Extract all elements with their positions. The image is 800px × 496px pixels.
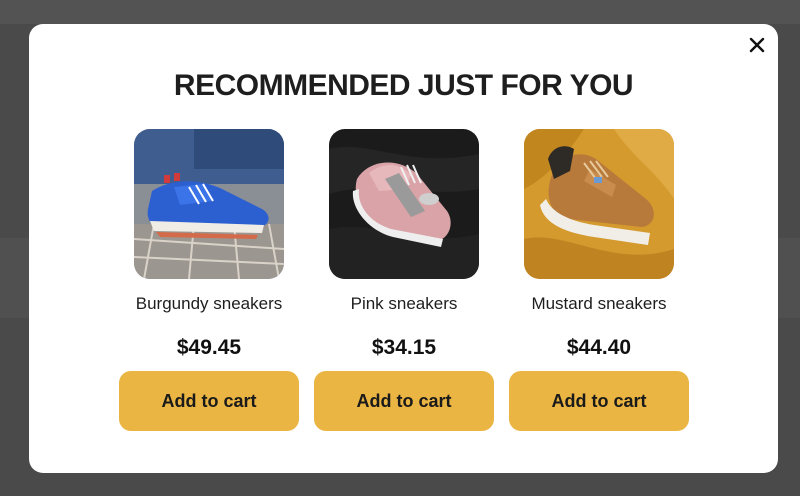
add-to-cart-button[interactable]: Add to cart: [119, 371, 299, 431]
close-icon: [749, 37, 765, 53]
product-card-burgundy: Burgundy sneakers $49.45 Add to cart: [119, 129, 299, 439]
modal-title: RECOMMENDED JUST FOR YOU: [173, 69, 634, 102]
product-price: $44.40: [566, 336, 632, 359]
sneaker-photo-icon[interactable]: [134, 129, 284, 279]
product-card-mustard: Mustard sneakers $44.40 Add to cart: [509, 129, 689, 439]
product-price: $49.45: [176, 336, 242, 359]
product-name[interactable]: Pink sneakers: [314, 293, 494, 315]
sneaker-photo-icon[interactable]: [524, 129, 674, 279]
recommendations-modal: RECOMMENDED JUST FOR YOU Burgundy sneake…: [29, 24, 778, 473]
product-name[interactable]: Mustard sneakers: [509, 293, 689, 315]
product-card-pink: Pink sneakers $34.15 Add to cart: [314, 129, 494, 439]
product-name[interactable]: Burgundy sneakers: [119, 293, 299, 315]
close-button[interactable]: [746, 34, 768, 56]
sneaker-photo-icon[interactable]: [329, 129, 479, 279]
add-to-cart-button[interactable]: Add to cart: [509, 371, 689, 431]
overlay-band: [0, 0, 800, 24]
product-price: $34.15: [371, 336, 437, 359]
add-to-cart-button[interactable]: Add to cart: [314, 371, 494, 431]
